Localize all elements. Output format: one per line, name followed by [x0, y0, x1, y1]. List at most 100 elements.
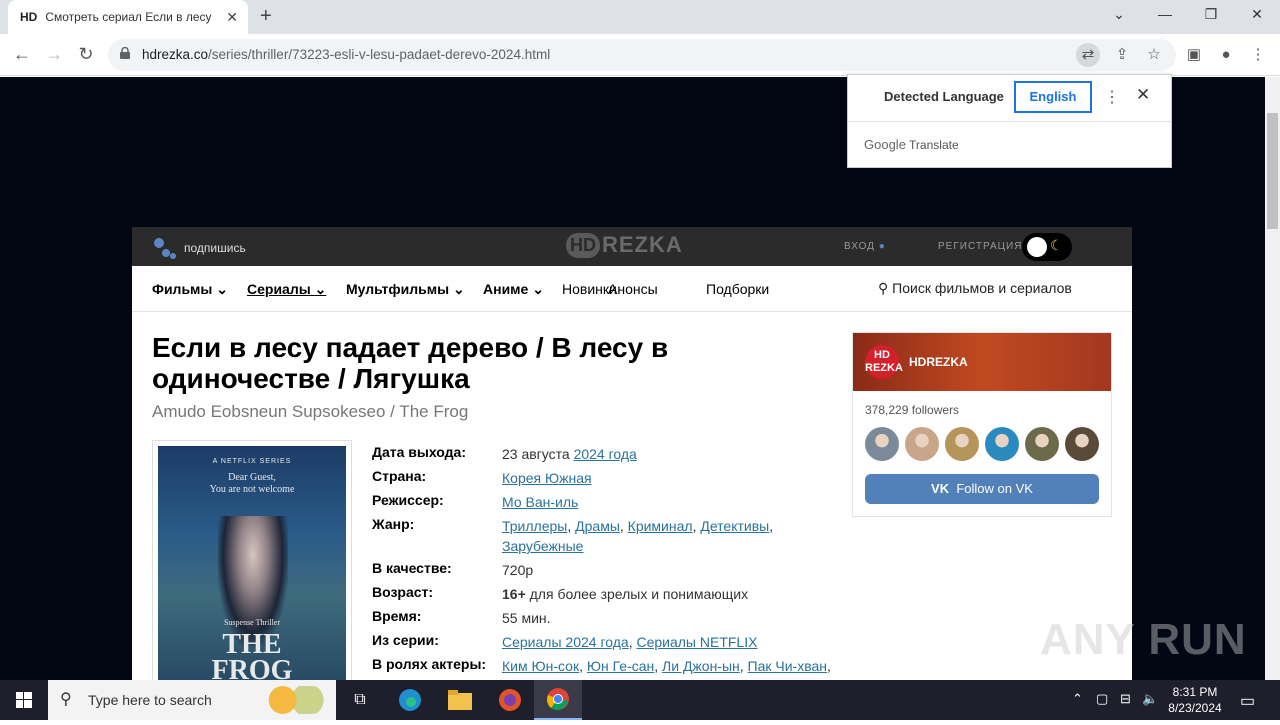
- window-close-icon[interactable]: ✕: [1247, 6, 1267, 23]
- nav-films[interactable]: Фильмы ⌄: [152, 281, 228, 298]
- task-view-icon[interactable]: ⧉: [336, 680, 384, 720]
- country-link[interactable]: Корея Южная: [502, 470, 592, 486]
- browser-tab[interactable]: HD Смотреть сериал Если в лесу падает де…: [8, 0, 248, 34]
- site-search[interactable]: ⚲ Поиск фильмов и сериалов: [878, 280, 1072, 297]
- taskbar-search[interactable]: ⚲ Type here to search: [48, 680, 336, 720]
- taskbar-search-placeholder: Type here to search: [88, 692, 212, 708]
- scrollbar[interactable]: [1265, 77, 1280, 680]
- site-header: подпишись HD REZKA ВХОД ● РЕГИСТРАЦИЯ ☾: [132, 227, 1132, 266]
- volume-icon[interactable]: 🔈: [1142, 691, 1158, 707]
- tray-chevron-icon[interactable]: ⌃: [1072, 691, 1083, 707]
- follower-avatar[interactable]: [945, 427, 979, 461]
- vk-group-name[interactable]: HDREZKA: [909, 355, 968, 369]
- edge-icon[interactable]: [386, 680, 434, 720]
- translate-icon[interactable]: ⇄: [1076, 43, 1100, 67]
- address-bar[interactable]: hdrezka.co/series/thriller/73223-esli-v-…: [108, 39, 1176, 71]
- poster-genre: Suspense Thriller: [223, 618, 281, 627]
- windows-icon: [16, 692, 32, 708]
- genre-link[interactable]: Зарубежные: [502, 538, 583, 554]
- meet-now-icon[interactable]: ▢: [1096, 691, 1108, 707]
- main-nav: Фильмы ⌄ Сериалы ⌄ Мультфильмы ⌄ Аниме ⌄…: [132, 266, 1132, 312]
- profile-icon[interactable]: ●: [1214, 43, 1238, 67]
- network-icon[interactable]: ⊟: [1120, 691, 1131, 707]
- series-link[interactable]: Сериалы NETFLIX: [636, 634, 757, 650]
- taskbar: ⚲ Type here to search ⧉ ⌃ ▢ ⊟ 🔈 8:31 PM 8…: [0, 680, 1280, 720]
- clock[interactable]: 8:31 PM 8/23/2024: [1160, 684, 1230, 716]
- theme-toggle[interactable]: ☾: [1022, 233, 1072, 261]
- follower-avatar[interactable]: [865, 427, 899, 461]
- divider: [848, 121, 1171, 122]
- site-container: подпишись HD REZKA ВХОД ● РЕГИСТРАЦИЯ ☾ …: [132, 227, 1132, 680]
- follower-avatar[interactable]: [1025, 427, 1059, 461]
- series-link[interactable]: Сериалы 2024 года: [502, 634, 629, 650]
- moon-icon: ☾: [1050, 237, 1063, 253]
- forward-icon[interactable]: →: [42, 44, 66, 65]
- english-tab[interactable]: English: [1014, 81, 1092, 113]
- minimize-icon[interactable]: —: [1155, 6, 1175, 22]
- search-icon: ⚲: [878, 280, 889, 296]
- share-icon[interactable]: ⇪: [1110, 43, 1134, 67]
- search-placeholder: Поиск фильмов и сериалов: [892, 280, 1072, 296]
- genre-link[interactable]: Триллеры: [502, 518, 567, 534]
- vk-followers: 378,229 followers: [865, 403, 960, 417]
- new-tab-icon[interactable]: +: [260, 5, 272, 28]
- bookmark-star-icon[interactable]: ☆: [1142, 43, 1166, 67]
- nav-series[interactable]: Сериалы ⌄: [247, 281, 326, 298]
- nav-collections[interactable]: Подборки: [706, 281, 769, 297]
- genre-link[interactable]: Криминал: [628, 518, 693, 534]
- tab-favicon: HD: [20, 10, 38, 24]
- register-link[interactable]: РЕГИСТРАЦИЯ: [938, 241, 1022, 252]
- logo-rezka: REZKA: [602, 232, 683, 257]
- actor-link[interactable]: Ли Джон-ын: [662, 658, 740, 674]
- page-title: Если в лесу падает дерево / В лесу в оди…: [152, 332, 669, 394]
- genre-link[interactable]: Драмы: [575, 518, 620, 534]
- original-title: Amudo Eobsneun Supsokeseo / The Frog: [152, 402, 469, 421]
- chrome-icon[interactable]: [534, 680, 582, 720]
- nav-cartoons[interactable]: Мультфильмы ⌄: [346, 281, 465, 298]
- vk-logo-icon: VK: [931, 481, 950, 496]
- back-icon[interactable]: ←: [10, 44, 34, 65]
- url-text: hdrezka.co/series/thriller/73223-esli-v-…: [142, 47, 551, 62]
- poster-name: THE FROG: [211, 629, 293, 681]
- tab-search-icon[interactable]: ⌄: [1109, 6, 1129, 23]
- follower-avatar[interactable]: [1065, 427, 1099, 461]
- actor-link[interactable]: Пак Чи-хван: [748, 658, 827, 674]
- start-button[interactable]: [0, 680, 48, 720]
- nav-announcements[interactable]: Анонсы: [608, 281, 658, 297]
- poster-line2: You are not welcome: [209, 484, 295, 495]
- close-icon[interactable]: ✕: [1136, 85, 1150, 105]
- file-explorer-icon[interactable]: [436, 680, 484, 720]
- vk-follow-button[interactable]: VK Follow on VK: [865, 474, 1099, 504]
- vk-banner: HD REZKA HDREZKA: [853, 333, 1111, 391]
- google-translate-brand: Google Translate: [864, 137, 959, 152]
- follower-avatar[interactable]: [905, 427, 939, 461]
- restore-icon[interactable]: ❐: [1201, 6, 1221, 23]
- release-year-link[interactable]: 2024 года: [574, 446, 637, 462]
- scrollbar-thumb[interactable]: [1267, 113, 1278, 229]
- director-link[interactable]: Мо Ван-иль: [502, 494, 578, 510]
- poster[interactable]: A NETFLIX SERIES Dear Guest, You are not…: [152, 440, 352, 680]
- login-dot-icon: ●: [878, 241, 886, 252]
- detected-language-tab[interactable]: Detected Language: [884, 89, 1004, 104]
- lock-icon: [120, 47, 130, 59]
- site-logo[interactable]: HD REZKA: [566, 232, 683, 258]
- menu-icon[interactable]: ⋮: [1246, 43, 1270, 67]
- follower-avatar[interactable]: [985, 427, 1019, 461]
- search-highlight-icon: [264, 686, 326, 714]
- more-options-icon[interactable]: ⋮: [1104, 87, 1120, 107]
- browser-toolbar: ← → ↻ hdrezka.co/series/thriller/73223-e…: [0, 34, 1280, 76]
- actor-link[interactable]: Юн Ге-сан: [587, 658, 654, 674]
- login-link[interactable]: ВХОД ●: [844, 241, 886, 252]
- firefox-icon[interactable]: [486, 680, 534, 720]
- side-panel-icon[interactable]: ▣: [1182, 43, 1206, 67]
- tab-close-icon[interactable]: ✕: [226, 9, 238, 26]
- reload-icon[interactable]: ↻: [74, 44, 98, 65]
- actor-link[interactable]: Ким Юн-сок: [502, 658, 579, 674]
- genre-link[interactable]: Детективы: [700, 518, 769, 534]
- anyrun-watermark: ANY RUN: [1040, 615, 1247, 664]
- subscribe-label: подпишись: [184, 241, 246, 255]
- poster-image: A NETFLIX SERIES Dear Guest, You are not…: [158, 446, 346, 680]
- nav-anime[interactable]: Аниме ⌄: [483, 281, 544, 298]
- subscribe-link[interactable]: подпишись: [152, 236, 246, 260]
- notifications-icon[interactable]: ▭: [1240, 691, 1255, 711]
